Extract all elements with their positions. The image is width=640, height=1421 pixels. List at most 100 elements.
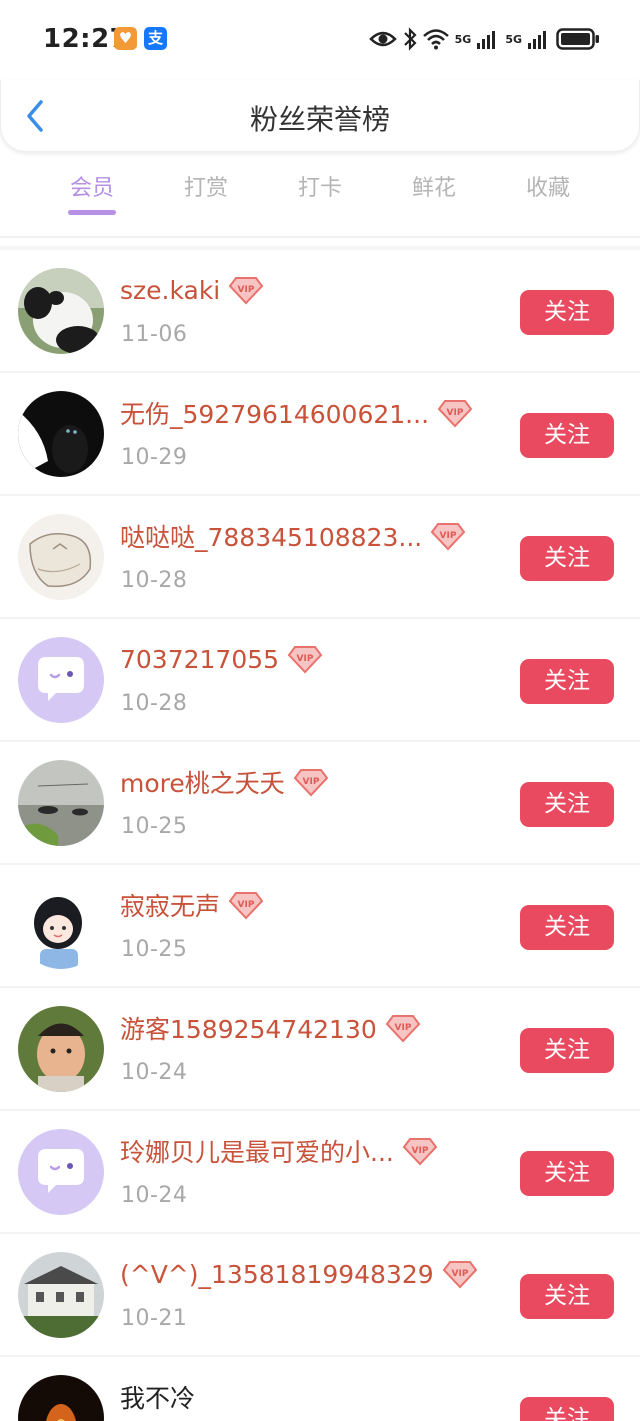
- vip-diamond-icon: VIP: [287, 646, 323, 674]
- panda-avatar-image: [18, 268, 104, 354]
- avatar[interactable]: [18, 268, 104, 354]
- active-tab-indicator: [68, 210, 116, 215]
- join-date: 11-06: [121, 322, 188, 347]
- bluetooth-icon: [403, 27, 417, 51]
- list-item[interactable]: (^V^)_13581819948329 VIP 10-21 关注: [0, 1234, 640, 1357]
- follow-button[interactable]: 关注: [520, 782, 614, 827]
- svg-text:VIP: VIP: [394, 1023, 411, 1033]
- signal-icon: [477, 31, 496, 49]
- join-date: 10-29: [121, 445, 188, 470]
- tab-favorites[interactable]: 收藏: [498, 170, 598, 202]
- navigation-header: 粉丝荣誉榜: [0, 80, 640, 152]
- vip-diamond-icon: VIP: [228, 892, 264, 920]
- list-item[interactable]: 玲娜贝儿是最可爱的小... VIP 10-24 关注: [0, 1111, 640, 1234]
- swans-avatar-image: [18, 760, 104, 846]
- avatar[interactable]: [18, 1252, 104, 1338]
- avatar[interactable]: [18, 1129, 104, 1215]
- signal-icon: [528, 31, 546, 49]
- list-item[interactable]: 我不冷 关注: [0, 1357, 640, 1421]
- svg-text:VIP: VIP: [451, 1269, 468, 1279]
- network-label-1: 5G: [454, 32, 472, 46]
- follow-button[interactable]: 关注: [520, 536, 614, 581]
- username-row: more桃之夭夭 VIP: [120, 764, 329, 800]
- follow-button[interactable]: 关注: [520, 1151, 614, 1196]
- status-icons: 5G 5G: [368, 26, 600, 52]
- avatar[interactable]: [18, 637, 104, 723]
- username[interactable]: 哒哒哒_788345108823...: [120, 518, 422, 554]
- follow-button[interactable]: 关注: [520, 905, 614, 950]
- username[interactable]: (^V^)_13581819948329: [120, 1260, 434, 1289]
- username[interactable]: 游客1589254742130: [120, 1010, 377, 1046]
- avatar[interactable]: [18, 883, 104, 969]
- username-row: 寂寂无声 VIP: [120, 887, 264, 923]
- username[interactable]: 寂寂无声: [120, 887, 220, 923]
- tab-flowers[interactable]: 鲜花: [384, 170, 484, 202]
- alipay-icon: 支: [144, 27, 167, 50]
- network-label-2: 5G: [505, 32, 522, 46]
- list-item[interactable]: 游客1589254742130 VIP 10-24 关注: [0, 988, 640, 1111]
- list-item[interactable]: 寂寂无声 VIP 10-25 关注: [0, 865, 640, 988]
- building-avatar-image: [18, 1252, 104, 1338]
- join-date: 10-21: [121, 1306, 188, 1331]
- username-row: sze.kaki VIP: [120, 272, 264, 308]
- svg-text:VIP: VIP: [238, 285, 255, 295]
- svg-text:VIP: VIP: [297, 654, 314, 664]
- tab-bar: 会员 打赏 打卡 鲜花 收藏: [0, 160, 640, 238]
- username[interactable]: more桃之夭夭: [120, 764, 285, 800]
- avatar[interactable]: [18, 1006, 104, 1092]
- list-item[interactable]: more桃之夭夭 VIP 10-25 关注: [0, 742, 640, 865]
- join-date: 10-24: [121, 1183, 188, 1208]
- vip-diamond-icon: VIP: [228, 277, 264, 305]
- username[interactable]: sze.kaki: [120, 276, 220, 305]
- vip-diamond-icon: VIP: [385, 1015, 421, 1043]
- join-date: 10-28: [121, 691, 188, 716]
- tab-checkin[interactable]: 打卡: [270, 170, 370, 202]
- list-item[interactable]: 7037217055 VIP 10-28 关注: [0, 619, 640, 742]
- join-date: 10-28: [121, 568, 188, 593]
- username-row: 无伤_59279614600621... VIP: [120, 395, 473, 431]
- follow-button[interactable]: 关注: [520, 290, 614, 335]
- vip-diamond-icon: VIP: [437, 400, 473, 428]
- follow-button[interactable]: 关注: [520, 413, 614, 458]
- username-row: 我不冷: [120, 1379, 195, 1415]
- eye-icon: [368, 31, 397, 47]
- list-item[interactable]: 无伤_59279614600621... VIP 10-29 关注: [0, 373, 640, 496]
- tab-member[interactable]: 会员: [42, 170, 142, 202]
- fire-avatar-image: [18, 1375, 104, 1421]
- chat-bubble-avatar-icon: [18, 1129, 104, 1215]
- black-cat-avatar-image: [18, 391, 104, 477]
- vip-diamond-icon: VIP: [402, 1138, 438, 1166]
- avatar[interactable]: [18, 514, 104, 600]
- join-date: 10-25: [121, 937, 188, 962]
- username[interactable]: 7037217055: [120, 645, 279, 674]
- list-item[interactable]: sze.kaki VIP 11-06 关注: [0, 250, 640, 373]
- follow-button[interactable]: 关注: [520, 1397, 614, 1421]
- join-date: 10-25: [121, 814, 188, 839]
- chat-bubble-avatar-icon: [18, 637, 104, 723]
- svg-text:VIP: VIP: [238, 900, 255, 910]
- username[interactable]: 玲娜贝儿是最可爱的小...: [120, 1133, 394, 1169]
- tab-tip[interactable]: 打赏: [156, 170, 256, 202]
- join-date: 10-24: [121, 1060, 188, 1085]
- svg-text:VIP: VIP: [302, 777, 319, 787]
- username-row: 玲娜贝儿是最可爱的小... VIP: [120, 1133, 438, 1169]
- follow-button[interactable]: 关注: [520, 659, 614, 704]
- vip-diamond-icon: VIP: [430, 523, 466, 551]
- avatar[interactable]: [18, 1375, 104, 1421]
- status-bar: 12:27 ♥ 支 5G 5G: [0, 0, 640, 80]
- sketch-avatar-image: [18, 514, 104, 600]
- username-row: 哒哒哒_788345108823... VIP: [120, 518, 466, 554]
- page-title: 粉丝荣誉榜: [249, 103, 390, 136]
- follow-button[interactable]: 关注: [520, 1028, 614, 1073]
- anime-girl-avatar-image: [18, 883, 104, 969]
- username-row: 7037217055 VIP: [120, 641, 323, 677]
- username-row: 游客1589254742130 VIP: [120, 1010, 421, 1046]
- avatar[interactable]: [18, 760, 104, 846]
- follow-button[interactable]: 关注: [520, 1274, 614, 1319]
- list-item[interactable]: 哒哒哒_788345108823... VIP 10-28 关注: [0, 496, 640, 619]
- svg-text:VIP: VIP: [447, 408, 464, 418]
- username[interactable]: 我不冷: [120, 1379, 195, 1415]
- username[interactable]: 无伤_59279614600621...: [120, 395, 429, 431]
- avatar[interactable]: [18, 391, 104, 477]
- svg-text:VIP: VIP: [440, 531, 457, 541]
